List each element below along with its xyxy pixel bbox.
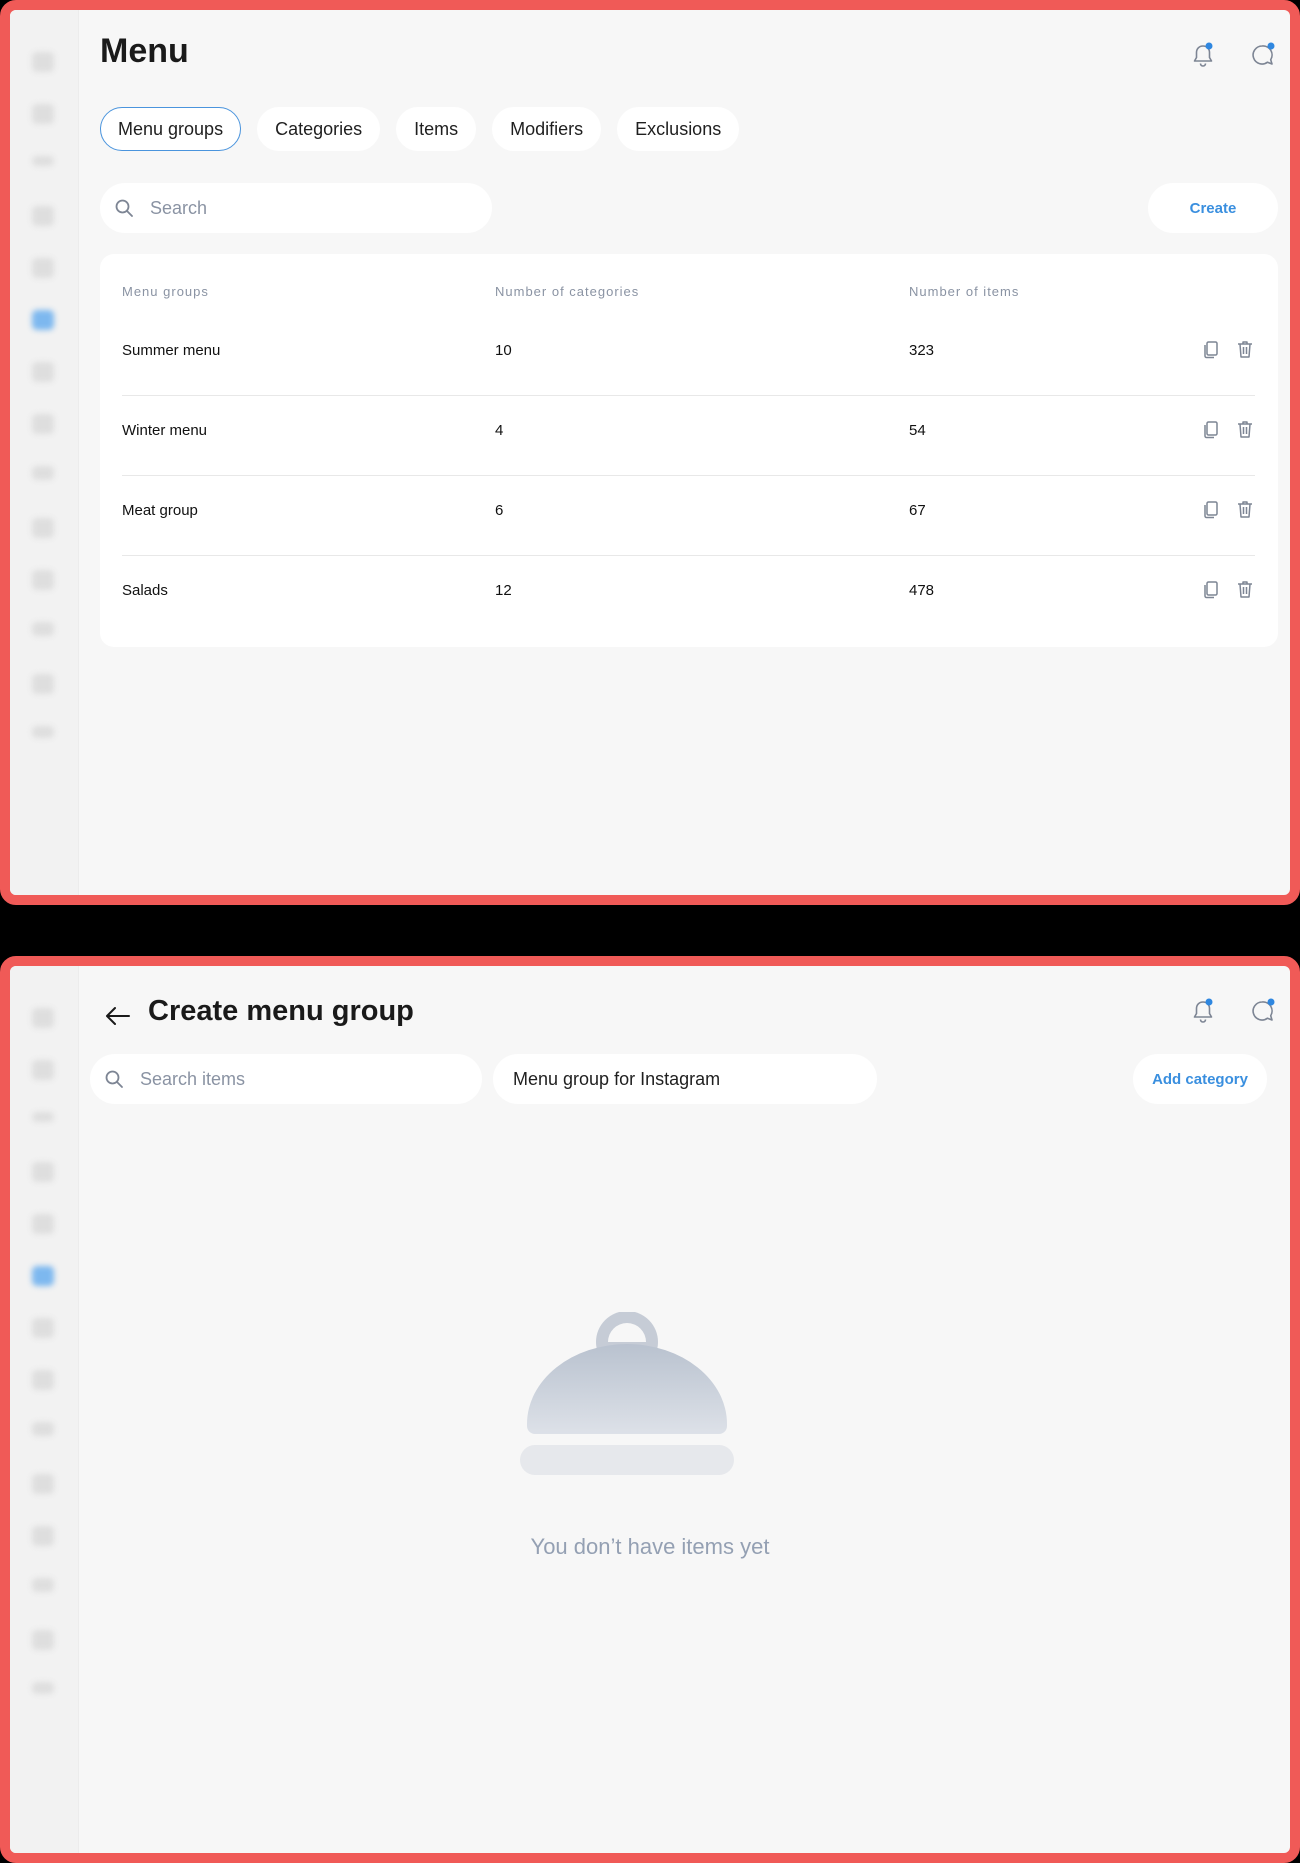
page-title: Menu — [100, 32, 189, 70]
search-icon — [115, 199, 133, 217]
column-header-categories: Number of categories — [495, 284, 640, 299]
row-name: Meat group — [122, 502, 198, 519]
row-items: 67 — [909, 502, 926, 519]
analytics-icon[interactable] — [32, 466, 54, 480]
menu-group-name-field[interactable]: Menu group for Instagram — [493, 1054, 877, 1104]
bell-icon[interactable] — [1188, 996, 1218, 1026]
chat-icon[interactable] — [32, 414, 54, 434]
empty-state-message: You don’t have items yet — [530, 1534, 770, 1559]
menu-groups-table: Menu groups Number of categories Number … — [100, 254, 1278, 647]
chat-icon[interactable] — [32, 1370, 54, 1390]
tab-categories[interactable]: Categories — [257, 107, 381, 151]
settings-icon[interactable] — [32, 622, 54, 636]
row-categories: 12 — [495, 582, 512, 599]
more-icon[interactable] — [32, 726, 54, 738]
document-icon[interactable] — [32, 518, 54, 538]
trash-icon[interactable] — [1234, 578, 1256, 600]
table-row[interactable]: Winter menu 4 54 — [122, 396, 1255, 476]
row-items: 54 — [909, 422, 926, 439]
row-items: 323 — [909, 342, 935, 359]
settings-icon[interactable] — [32, 1578, 54, 1592]
report-icon[interactable] — [32, 570, 54, 590]
search-icon — [105, 1070, 123, 1088]
support-icon[interactable] — [32, 1162, 54, 1182]
copy-icon[interactable] — [1200, 578, 1222, 600]
search-placeholder: Search — [150, 197, 208, 218]
row-items: 478 — [909, 582, 935, 599]
users-icon[interactable] — [32, 362, 54, 382]
users-icon[interactable] — [32, 1318, 54, 1338]
menu-active-icon[interactable] — [32, 310, 54, 330]
menu-screen: Menu Menu groups Categories Items Modifi… — [0, 0, 1300, 905]
orders-icon[interactable] — [32, 1112, 54, 1122]
column-header-items: Number of items — [909, 284, 1020, 299]
tab-modifiers[interactable]: Modifiers — [492, 107, 602, 151]
orders-icon[interactable] — [32, 156, 54, 166]
search-placeholder: Search items — [140, 1068, 246, 1089]
table-row[interactable]: Meat group 6 67 — [122, 476, 1255, 556]
sidebar — [10, 10, 79, 895]
support-icon[interactable] — [32, 206, 54, 226]
copy-icon[interactable] — [1200, 498, 1222, 520]
trash-icon[interactable] — [1234, 338, 1256, 360]
page-title: Create menu group — [148, 995, 414, 1027]
back-button[interactable] — [98, 996, 138, 1036]
row-categories: 6 — [495, 502, 504, 519]
trash-icon[interactable] — [1234, 498, 1256, 520]
copy-icon[interactable] — [1200, 418, 1222, 440]
row-name: Summer menu — [122, 342, 221, 359]
support-icon[interactable] — [32, 674, 54, 694]
sidebar — [10, 966, 79, 1853]
arrow-left-icon — [106, 1007, 130, 1025]
support-icon[interactable] — [32, 1630, 54, 1650]
search-input[interactable]: Search — [100, 183, 492, 233]
menu-active-icon[interactable] — [32, 1266, 54, 1286]
cloche-icon — [520, 1312, 734, 1475]
tab-items[interactable]: Items — [396, 107, 477, 151]
search-items-input[interactable]: Search items — [90, 1054, 482, 1104]
row-name: Salads — [122, 582, 168, 599]
create-button[interactable]: Create — [1148, 183, 1278, 233]
tab-menu-groups[interactable]: Menu groups — [100, 107, 242, 151]
search-icon[interactable] — [32, 258, 54, 278]
menu-icon[interactable] — [32, 52, 54, 72]
add-category-button[interactable]: Add category — [1133, 1054, 1267, 1104]
tab-exclusions[interactable]: Exclusions — [617, 107, 740, 151]
document-icon[interactable] — [32, 1474, 54, 1494]
table-row[interactable]: Summer menu 10 323 — [122, 316, 1255, 396]
chat-icon[interactable] — [1247, 996, 1277, 1026]
row-name: Winter menu — [122, 422, 208, 439]
column-header-menu-groups: Menu groups — [122, 284, 209, 299]
menu-icon[interactable] — [32, 1008, 54, 1028]
menu-tabs: Menu groups Categories Items Modifiers E… — [100, 107, 740, 151]
row-categories: 4 — [495, 422, 504, 439]
analytics-icon[interactable] — [32, 1422, 54, 1436]
bell-icon[interactable] — [1188, 40, 1218, 70]
dashboard-icon[interactable] — [32, 104, 54, 124]
copy-icon[interactable] — [1200, 338, 1222, 360]
table-row[interactable]: Salads 12 478 — [122, 556, 1255, 636]
more-icon[interactable] — [32, 1682, 54, 1694]
search-icon[interactable] — [32, 1214, 54, 1234]
row-categories: 10 — [495, 342, 512, 359]
dashboard-icon[interactable] — [32, 1060, 54, 1080]
chat-icon[interactable] — [1247, 40, 1277, 70]
trash-icon[interactable] — [1234, 418, 1256, 440]
